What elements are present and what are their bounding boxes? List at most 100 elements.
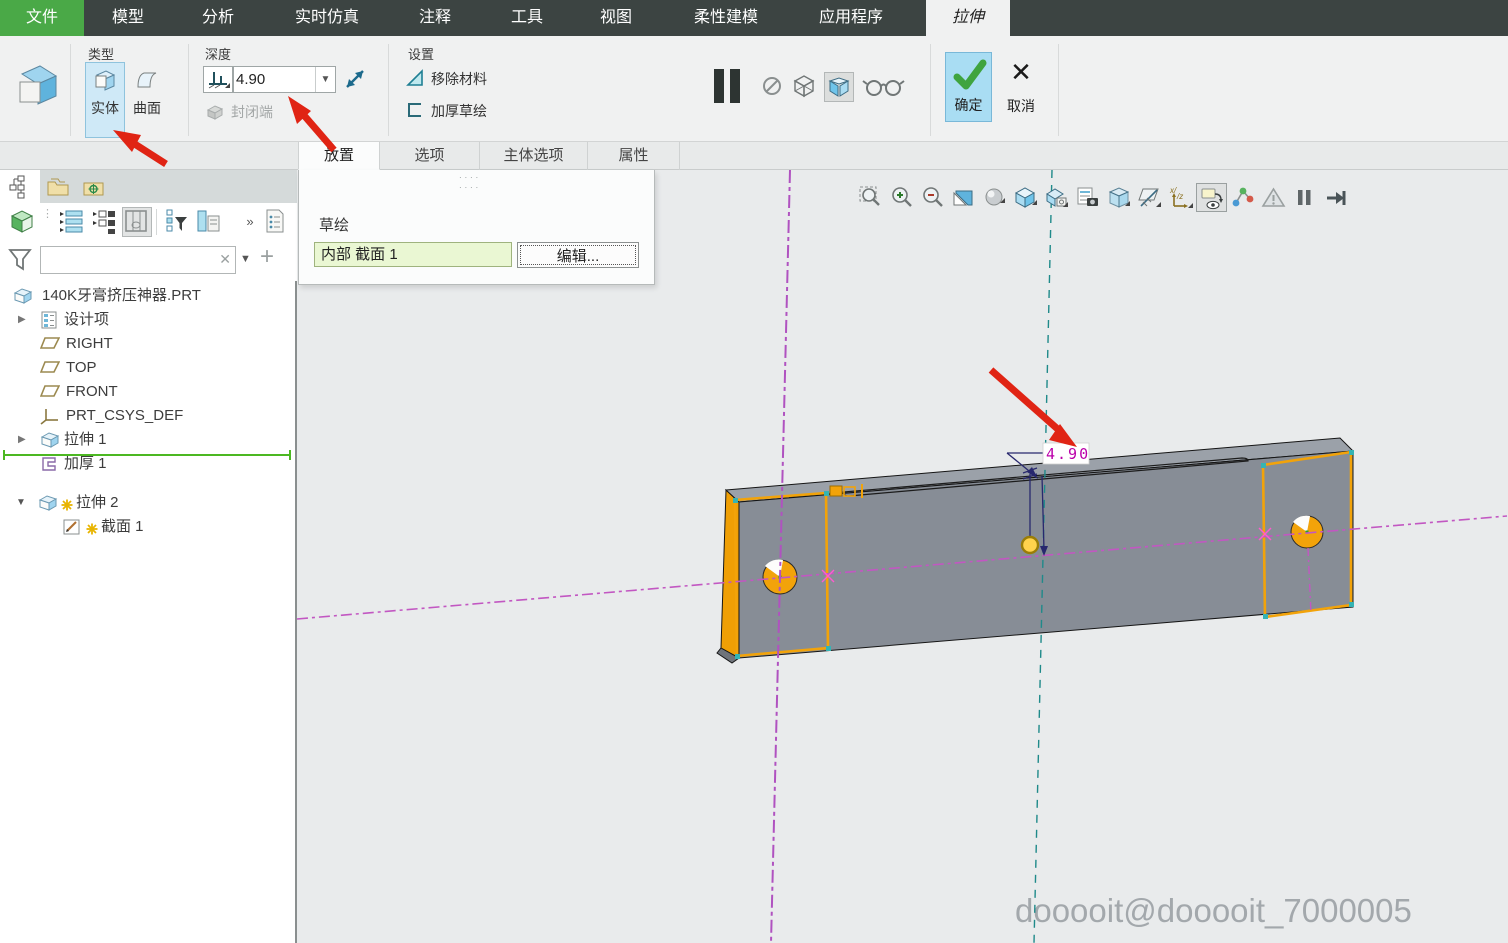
model-tree-toolbar: ⋮ »	[0, 203, 297, 241]
tab-extrude-active[interactable]: 拉伸	[926, 0, 1010, 36]
remove-material-label: 移除材料	[431, 71, 487, 87]
type-surface-button[interactable]: 曲面	[127, 62, 167, 138]
sketch-reference-field[interactable]: 内部 截面 1	[314, 242, 512, 267]
collapse-arrow-icon[interactable]: ▼	[16, 491, 26, 515]
exit-tool-button[interactable]	[1320, 183, 1351, 212]
favorites-tab[interactable]	[76, 170, 112, 203]
simulate-warning-button[interactable]	[1258, 183, 1289, 212]
tree-display-settings-button[interactable]	[58, 207, 88, 237]
thicken-sketch-label: 加厚草绘	[431, 103, 487, 119]
navigator-tabs	[0, 170, 297, 203]
wireframe-preview-button[interactable]	[790, 72, 820, 102]
pause-button[interactable]	[710, 69, 746, 105]
expand-arrow-icon[interactable]: ▶	[18, 308, 26, 332]
verify-glasses-button[interactable]	[862, 72, 906, 102]
edit-sketch-button[interactable]: 编辑...	[517, 242, 639, 268]
perspective-button[interactable]	[1103, 183, 1134, 212]
tree-search-input[interactable]	[45, 249, 210, 271]
annotation-orientation-button[interactable]: x//z	[1165, 183, 1196, 212]
tree-columns-button[interactable]	[122, 207, 152, 237]
capped-ends-toggle[interactable]: 封闭端	[205, 102, 273, 122]
tree-item-extrude-2[interactable]: ▼ 拉伸 2	[0, 491, 297, 515]
tab-live-simulation[interactable]: 实时仿真	[279, 0, 375, 36]
solid-label: 实体	[91, 100, 119, 116]
tree-filter-button[interactable]	[162, 207, 192, 237]
no-preview-button[interactable]	[758, 72, 788, 102]
depth-drag-handle[interactable]	[1020, 535, 1040, 555]
tree-item-top-plane[interactable]: TOP	[0, 356, 297, 380]
display-style-button[interactable]	[1010, 183, 1041, 212]
depth-type-button[interactable]	[203, 66, 233, 93]
tab-analysis[interactable]: 分析	[186, 0, 250, 36]
zoom-out-button[interactable]	[917, 183, 948, 212]
zoom-in-button[interactable]	[886, 183, 917, 212]
red-arrow-dimension	[988, 367, 1077, 447]
toolbar-overflow-button[interactable]: »	[234, 207, 264, 237]
tab-flexible-modeling[interactable]: 柔性建模	[678, 0, 774, 36]
sketch-label: 草绘	[319, 217, 350, 234]
datum-display-button[interactable]	[1134, 183, 1165, 212]
depth-value-input[interactable]	[236, 68, 314, 91]
panel-tab-properties[interactable]: 属性	[588, 142, 680, 170]
settings-file-button[interactable]	[262, 207, 292, 237]
toolbar-grip: ⋮	[42, 208, 53, 220]
tab-annotate[interactable]: 注释	[403, 0, 467, 36]
insert-here-locator[interactable]	[3, 448, 291, 462]
add-filter-button[interactable]: +	[260, 243, 274, 271]
zoom-fit-button[interactable]	[855, 183, 886, 212]
tree-column-display-button[interactable]	[194, 207, 224, 237]
shading-style-button[interactable]	[979, 183, 1010, 212]
panel-tab-placement[interactable]: 放置	[298, 142, 380, 170]
show-annotations-button[interactable]	[1196, 183, 1227, 212]
view-manager-button[interactable]	[1072, 183, 1103, 212]
tree-item-right-plane[interactable]: RIGHT	[0, 332, 297, 356]
shaded-preview-button[interactable]	[824, 72, 854, 102]
repaint-button[interactable]	[948, 183, 979, 212]
extrude-dashboard: 类型 实体 曲面 深度 4.90 ▼ 封闭端 设置 移除材料 加厚草绘 确定 ✕…	[0, 36, 1508, 142]
dimension-value[interactable]: 4.90	[1046, 445, 1090, 463]
tab-model[interactable]: 模型	[96, 0, 160, 36]
tree-filters-button[interactable]	[90, 207, 120, 237]
panel-tab-options[interactable]: 选项	[380, 142, 480, 170]
depth-dropdown-arrow[interactable]: ▼	[315, 67, 335, 92]
tab-file[interactable]: 文件	[0, 0, 84, 36]
panel-tab-body-options[interactable]: 主体选项	[480, 142, 588, 170]
graph-display-button[interactable]	[1227, 183, 1258, 212]
flip-direction-button[interactable]	[340, 64, 370, 94]
tab-view[interactable]: 视图	[584, 0, 648, 36]
ok-button[interactable]: 确定	[945, 52, 992, 122]
clear-search-icon[interactable]: ✕	[219, 251, 231, 268]
panel-drag-handle[interactable]: ∙∙∙∙ ∙∙∙∙	[459, 172, 481, 192]
tree-item-design-items[interactable]: ▶ 设计项	[0, 308, 297, 332]
thicken-sketch-toggle[interactable]: 加厚草绘	[405, 100, 487, 121]
tab-applications[interactable]: 应用程序	[803, 0, 899, 36]
active-part-icon[interactable]	[8, 207, 38, 237]
folder-browser-tab[interactable]	[40, 170, 76, 203]
settings-group-label: 设置	[408, 47, 435, 62]
search-dropdown-arrow[interactable]: ▼	[240, 253, 251, 265]
tab-tools[interactable]: 工具	[495, 0, 559, 36]
cancel-label: 取消	[1007, 98, 1035, 114]
tree-item-section-1[interactable]: 截面 1	[0, 515, 297, 539]
tree-item-label: 截面 1	[101, 518, 144, 535]
remove-material-toggle[interactable]: 移除材料	[405, 68, 487, 89]
tree-item-part-root[interactable]: 140K牙膏挤压神器.PRT	[0, 284, 297, 308]
pending-feature-star-icon	[86, 519, 98, 543]
depth-group-label: 深度	[205, 47, 232, 62]
right-hole[interactable]	[1290, 515, 1324, 549]
ok-label: 确定	[954, 97, 983, 113]
type-solid-button[interactable]: 实体	[85, 62, 125, 138]
tree-item-front-plane[interactable]: FRONT	[0, 380, 297, 404]
saved-orientations-button[interactable]	[1041, 183, 1072, 212]
folder-browser-icon	[47, 178, 69, 196]
surface-icon	[128, 67, 166, 96]
tree-item-csys[interactable]: PRT_CSYS_DEF	[0, 404, 297, 428]
pause-graphics-button[interactable]	[1289, 183, 1320, 212]
favorites-icon	[83, 182, 104, 196]
surface-label: 曲面	[133, 100, 161, 116]
cancel-button[interactable]: ✕ 取消	[999, 52, 1043, 122]
model-tree-tab[interactable]	[0, 170, 40, 203]
svg-text:x/: x/	[1169, 186, 1177, 195]
graphics-area[interactable]: x//z 4.90 dooooit@dooooit_7000005	[297, 170, 1508, 943]
thicken-sketch-icon	[408, 103, 421, 117]
